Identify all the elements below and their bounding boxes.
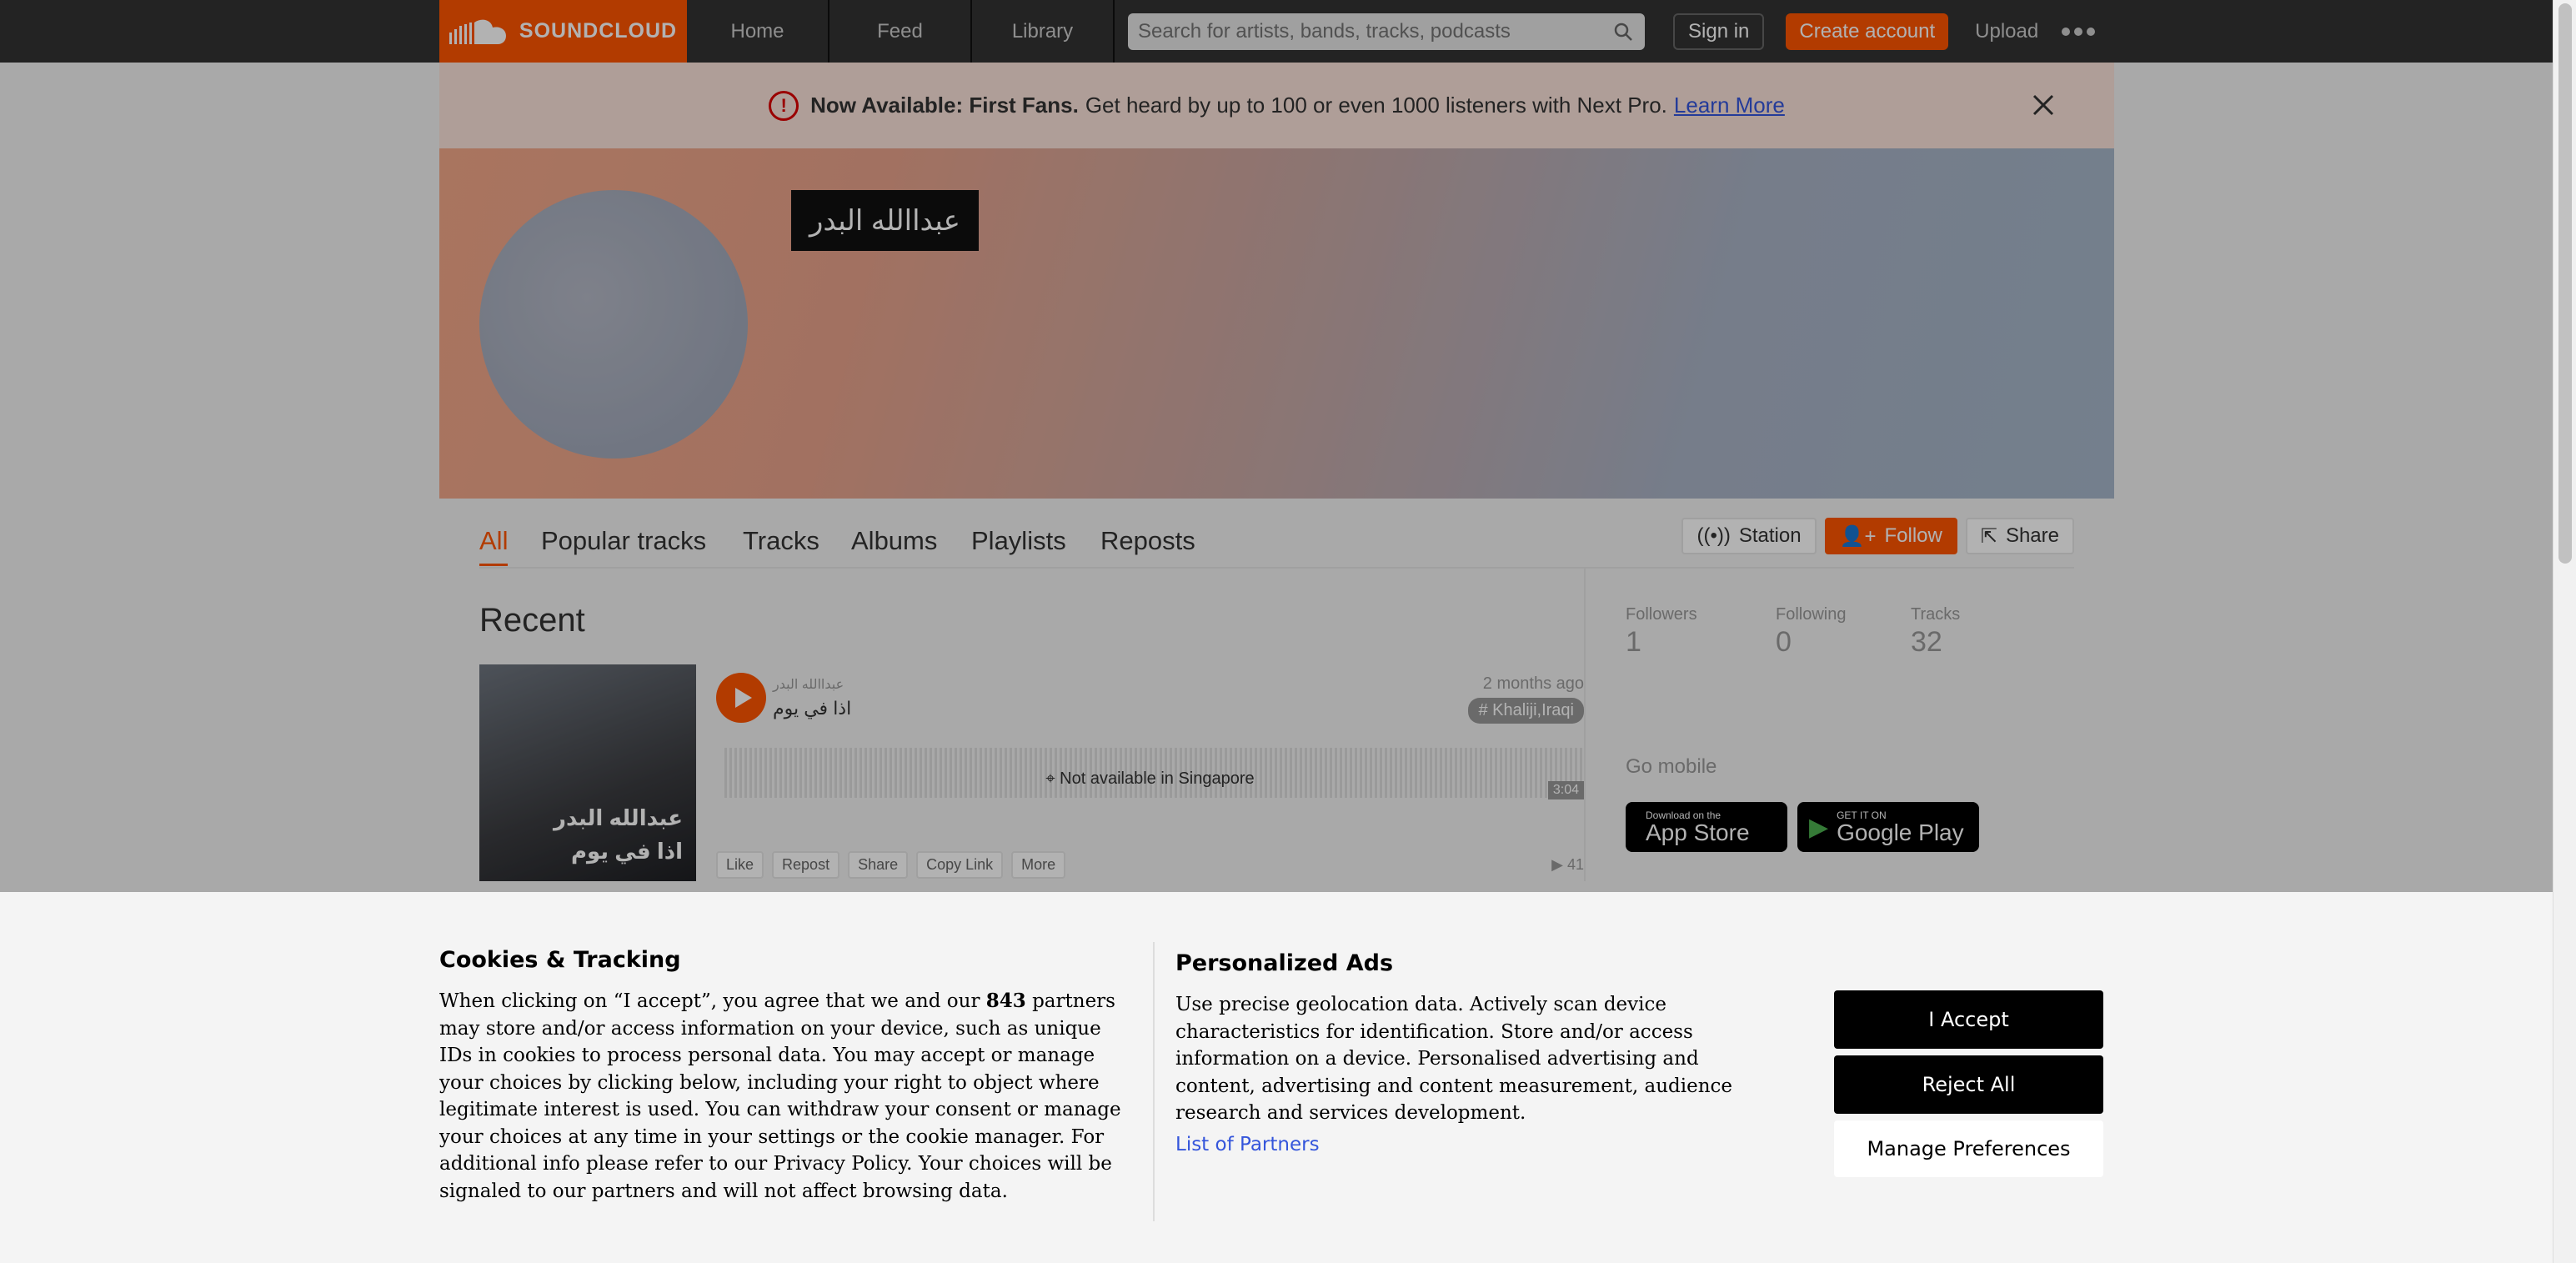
cookie-info: Cookies & Tracking When clicking on “I a… [439, 947, 1123, 1205]
personalized-ads-title: Personalized Ads [1175, 950, 1394, 976]
reject-all-button[interactable]: Reject All [1834, 1055, 2103, 1114]
list-of-partners-link[interactable]: List of Partners [1175, 1134, 1784, 1155]
cookie-body-post: partners may store and/or access informa… [439, 990, 1121, 1202]
cookie-title: Cookies & Tracking [439, 947, 681, 973]
cookie-body: When clicking on “I accept”, you agree t… [439, 988, 1123, 1205]
cookie-consent-dialog: Cookies & Tracking When clicking on “I a… [0, 892, 2553, 1263]
scrollbar[interactable] [2553, 0, 2576, 1263]
manage-preferences-button[interactable]: Manage Preferences [1834, 1120, 2103, 1177]
accept-button[interactable]: I Accept [1834, 990, 2103, 1049]
cookie-buttons: I Accept Reject All Manage Preferences [1834, 990, 2103, 1177]
cookie-body-pre: When clicking on “I accept”, you agree t… [439, 990, 980, 1012]
scrollbar-thumb[interactable] [2558, 3, 2572, 564]
personalized-ads-section: Personalized Ads Use precise geolocation… [1175, 950, 1784, 1155]
partners-count: 843 [985, 990, 1026, 1012]
personalized-ads-body: Use precise geolocation data. Actively s… [1175, 994, 1733, 1124]
cookie-divider [1153, 942, 1155, 1221]
